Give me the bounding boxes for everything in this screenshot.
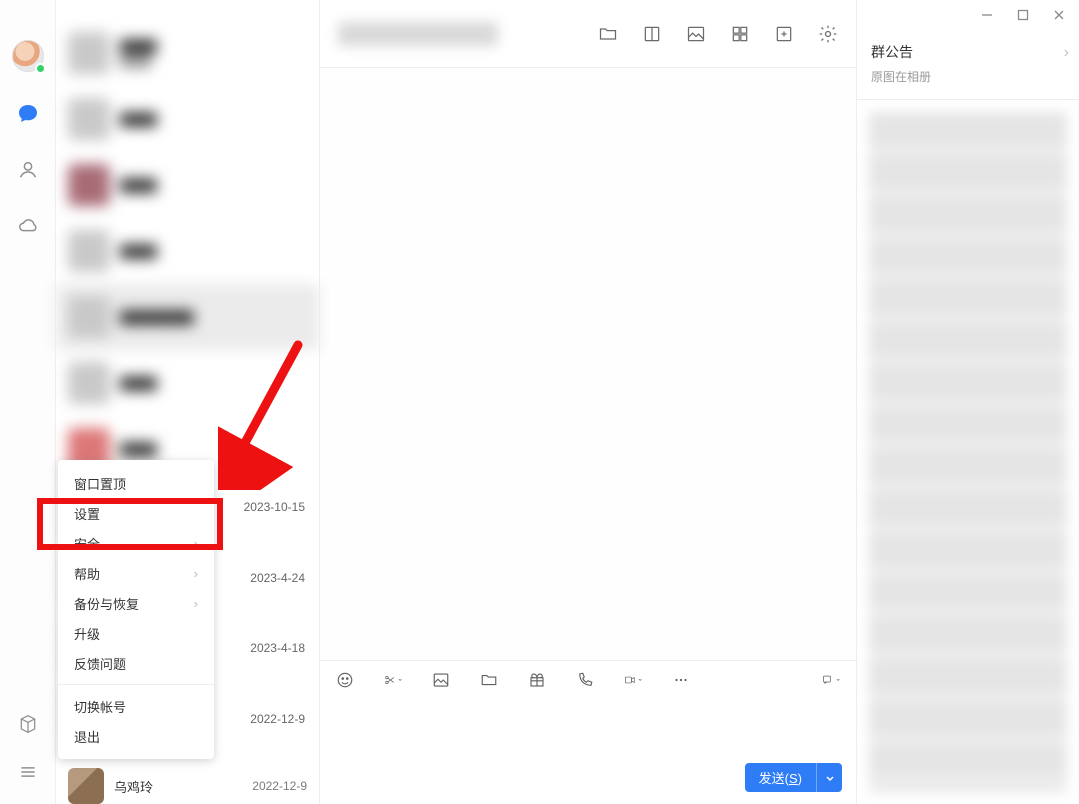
menu-item-security[interactable]: 安全› (58, 528, 214, 558)
compose-input[interactable]: 发送(S) (320, 698, 856, 804)
menu-item-exit[interactable]: 退出 (58, 721, 214, 751)
right-panel: 群公告 原图在相册 › (857, 0, 1079, 804)
nav-rail (0, 0, 56, 804)
nav-cloud-icon[interactable] (14, 212, 42, 240)
conversation-pane: 发送(S) (320, 0, 857, 804)
menu-item-backup[interactable]: 备份与恢复› (58, 588, 214, 618)
emoji-icon[interactable] (336, 671, 354, 689)
menu-item-switch-account[interactable]: 切换帐号 (58, 691, 214, 721)
window-close-icon[interactable] (1053, 9, 1065, 21)
window-maximize-icon[interactable] (1017, 9, 1029, 21)
nav-chat-icon[interactable] (14, 100, 42, 128)
nav-cube-icon[interactable] (14, 710, 42, 738)
chat-item-date: 2023-10-15 (244, 500, 305, 514)
scissors-icon[interactable] (384, 671, 402, 689)
context-menu: 窗口置顶 设置 安全› 帮助› 备份与恢复› 升级 反馈问题 切换帐号 退出 (58, 460, 214, 759)
avatar[interactable] (12, 40, 44, 72)
chat-item-avatar (68, 768, 104, 804)
gift-icon[interactable] (528, 671, 546, 689)
book-icon[interactable] (642, 24, 662, 44)
announcement-title: 群公告 (871, 42, 1065, 62)
chevron-right-icon: › (194, 536, 198, 551)
gear-icon[interactable] (818, 24, 838, 44)
menu-item-help[interactable]: 帮助› (58, 558, 214, 588)
picture-icon[interactable] (432, 671, 450, 689)
window-minimize-icon[interactable] (981, 9, 993, 21)
menu-item-upgrade[interactable]: 升级 (58, 618, 214, 648)
menu-item-pin-top[interactable]: 窗口置顶 (58, 468, 214, 498)
member-list[interactable] (869, 112, 1067, 792)
announcement-subtitle: 原图在相册 (871, 68, 1065, 85)
more-icon[interactable] (672, 671, 690, 689)
apps-icon[interactable] (730, 24, 750, 44)
video-icon[interactable] (624, 671, 642, 689)
chat-item-date: 2023-4-24 (250, 571, 305, 585)
chat-item-date: 2023-4-18 (250, 641, 305, 655)
menu-item-feedback[interactable]: 反馈问题 (58, 648, 214, 678)
message-area[interactable] (320, 68, 856, 660)
image-icon[interactable] (686, 24, 706, 44)
folder-icon[interactable] (598, 24, 618, 44)
chat-item-date: 2022-12-9 (252, 779, 307, 793)
chevron-right-icon: › (194, 566, 198, 581)
chevron-right-icon: › (1064, 44, 1069, 62)
nav-menu-icon[interactable] (14, 758, 42, 786)
menu-item-settings[interactable]: 设置 (58, 498, 214, 528)
add-icon[interactable] (774, 24, 794, 44)
chat-item-date: 2022-12-9 (250, 712, 305, 726)
send-button[interactable]: 发送(S) (745, 763, 816, 792)
history-icon[interactable] (822, 671, 840, 689)
chevron-right-icon: › (194, 596, 198, 611)
chat-item-name: 乌鸡玲 (114, 777, 153, 796)
compose-toolbar (320, 660, 856, 698)
status-online-dot (35, 63, 46, 74)
chat-item[interactable]: 乌鸡玲 2022-12-9 (56, 768, 319, 804)
conversation-title (338, 22, 498, 46)
phone-icon[interactable] (576, 671, 594, 689)
group-announcement[interactable]: 群公告 原图在相册 › (857, 30, 1079, 100)
nav-contacts-icon[interactable] (14, 156, 42, 184)
compose-folder-icon[interactable] (480, 671, 498, 689)
send-dropdown[interactable] (816, 763, 842, 792)
